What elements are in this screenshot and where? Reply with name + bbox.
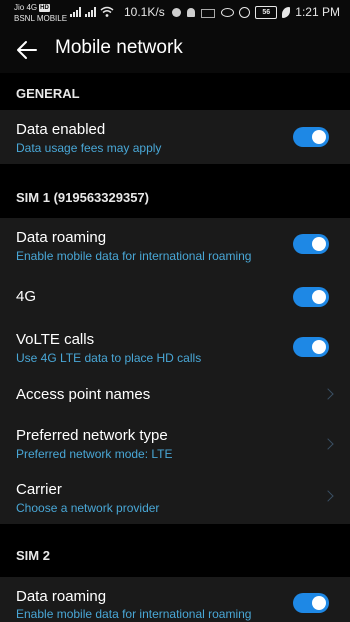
status-right: 56 1:21 PM <box>221 5 340 19</box>
signal-strength-2-icon <box>85 6 96 17</box>
sim1-4g-title: 4G <box>16 288 37 305</box>
hd-badge: HD <box>39 3 50 12</box>
carrier-2-name: BSNL MOBILE <box>14 14 68 23</box>
sim1-data-roaming-subtitle: Enable mobile data for international roa… <box>16 249 252 263</box>
sim2-data-roaming-subtitle: Enable mobile data for international roa… <box>16 607 252 621</box>
signal-strength-1-icon <box>70 6 81 17</box>
network-speed: 10.1K/s <box>124 5 165 19</box>
data-enabled-row[interactable]: Data enabled Data usage fees may apply <box>0 110 350 164</box>
carrier-info: Jio 4G HD BSNL MOBILE <box>14 2 67 24</box>
sim1-4g-toggle[interactable] <box>293 287 329 307</box>
bell-icon <box>187 8 195 17</box>
notification-dot-icon <box>172 8 181 17</box>
section-label-general: GENERAL <box>16 86 80 101</box>
sim2-data-roaming-toggle[interactable] <box>293 593 329 613</box>
sim1-carrier-row[interactable]: Carrier Choose a network provider <box>0 472 350 524</box>
general-group: Data enabled Data usage fees may apply <box>0 110 350 164</box>
sim1-4g-row[interactable]: 4G <box>0 272 350 322</box>
chevron-right-icon <box>322 490 334 502</box>
sim1-network-type-title: Preferred network type <box>16 427 168 444</box>
section-label-sim2: SIM 2 <box>16 548 50 563</box>
section-header-general: GENERAL <box>0 73 350 110</box>
sim2-group: Data roaming Enable mobile data for inte… <box>0 577 350 622</box>
sim2-data-roaming-row[interactable]: Data roaming Enable mobile data for inte… <box>0 577 350 622</box>
sim1-volte-subtitle: Use 4G LTE data to place HD calls <box>16 351 202 365</box>
alarm-icon <box>239 6 251 18</box>
sim1-data-roaming-row[interactable]: Data roaming Enable mobile data for inte… <box>0 218 350 272</box>
sim2-data-roaming-title: Data roaming <box>16 588 107 605</box>
sim1-data-roaming-toggle[interactable] <box>293 234 329 254</box>
power-saving-leaf-icon <box>282 6 291 18</box>
sim1-network-type-row[interactable]: Preferred network type Preferred network… <box>0 424 350 472</box>
data-enabled-subtitle: Data usage fees may apply <box>16 141 162 155</box>
signal-icons <box>70 6 114 17</box>
status-bar: Jio 4G HD BSNL MOBILE 10.1K/s 56 1:21 PM <box>0 0 350 28</box>
section-label-sim1: SIM 1 (919563329357) <box>16 190 149 205</box>
wifi-icon <box>100 6 114 17</box>
toolbar: Mobile network <box>0 28 350 73</box>
carrier-1-name: Jio 4G <box>14 3 38 12</box>
sim1-data-roaming-title: Data roaming <box>16 229 107 246</box>
sim1-carrier-subtitle: Choose a network provider <box>16 501 160 515</box>
sim1-apn-row[interactable]: Access point names <box>0 376 350 424</box>
chevron-right-icon <box>322 388 334 400</box>
data-enabled-title: Data enabled <box>16 121 106 138</box>
sim1-volte-toggle[interactable] <box>293 337 329 357</box>
notification-box-icon <box>201 9 215 18</box>
sim1-carrier-title: Carrier <box>16 481 62 498</box>
sim1-apn-title: Access point names <box>16 386 151 403</box>
section-header-sim1: SIM 1 (919563329357) <box>0 164 350 218</box>
data-enabled-toggle[interactable] <box>293 127 329 147</box>
sim1-volte-row[interactable]: VoLTE calls Use 4G LTE data to place HD … <box>0 322 350 376</box>
eye-comfort-icon <box>221 7 235 17</box>
clock: 1:21 PM <box>295 5 340 19</box>
sim1-group: Data roaming Enable mobile data for inte… <box>0 218 350 524</box>
notification-icons <box>172 8 215 18</box>
page-title: Mobile network <box>55 37 183 58</box>
section-header-sim2: SIM 2 <box>0 524 350 577</box>
sim1-network-type-subtitle: Preferred network mode: LTE <box>16 447 173 461</box>
back-arrow-icon[interactable] <box>16 39 38 61</box>
battery-icon: 56 <box>255 5 278 19</box>
sim1-volte-title: VoLTE calls <box>16 331 95 348</box>
chevron-right-icon <box>322 438 334 450</box>
